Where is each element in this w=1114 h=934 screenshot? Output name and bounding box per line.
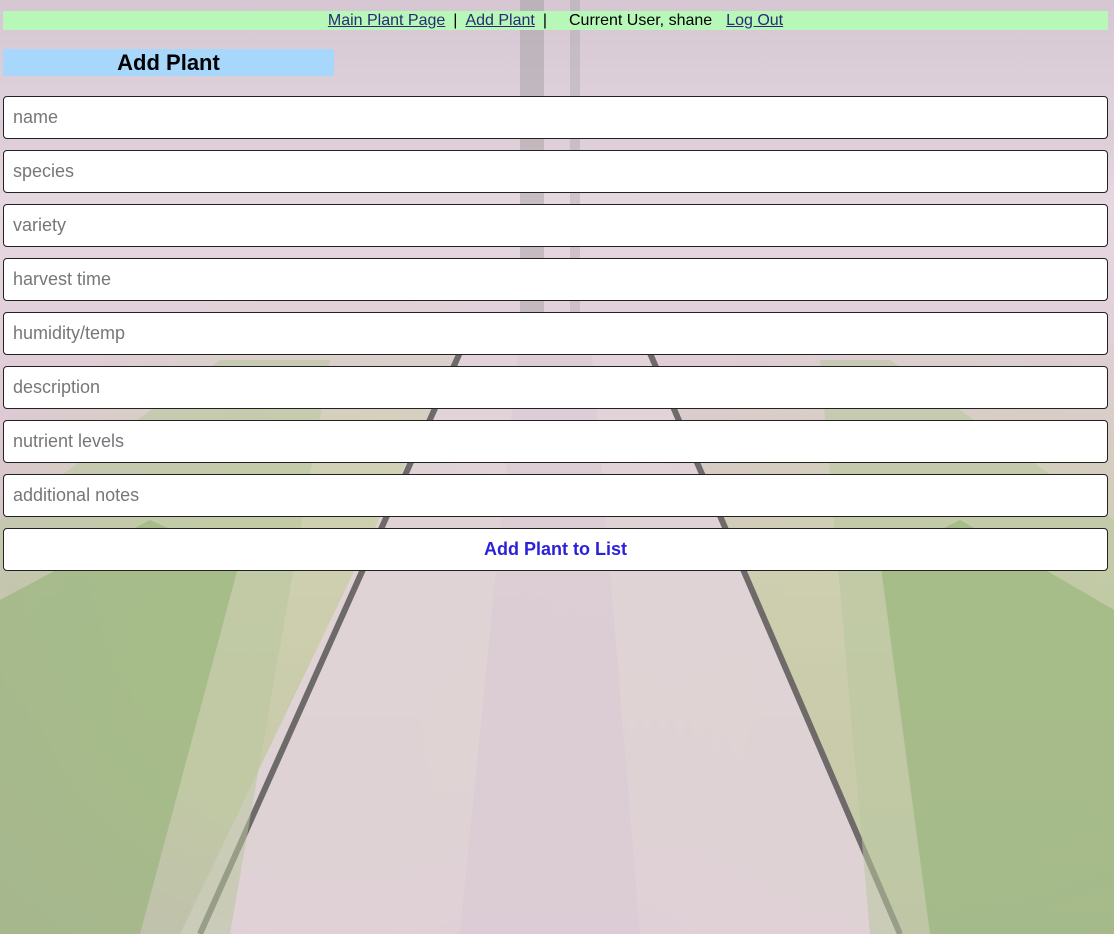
harvest-time-field[interactable] — [3, 258, 1108, 301]
add-plant-submit-button[interactable]: Add Plant to List — [3, 528, 1108, 571]
logout-link[interactable]: Log Out — [726, 12, 783, 30]
nav-separator: | — [453, 11, 458, 29]
nutrient-levels-field[interactable] — [3, 420, 1108, 463]
main-plant-page-link[interactable]: Main Plant Page — [328, 12, 445, 30]
name-field[interactable] — [3, 96, 1108, 139]
current-user-label: Current User, shane — [568, 11, 713, 29]
description-field[interactable] — [3, 366, 1108, 409]
add-plant-form: Add Plant to List — [3, 96, 1108, 571]
top-nav-bar: Main Plant Page | Add Plant | Current Us… — [3, 11, 1108, 30]
page-title-block: Add Plant — [3, 49, 334, 76]
add-plant-link[interactable]: Add Plant — [465, 12, 534, 30]
humidity-temp-field[interactable] — [3, 312, 1108, 355]
species-field[interactable] — [3, 150, 1108, 193]
variety-field[interactable] — [3, 204, 1108, 247]
page-title: Add Plant — [117, 49, 220, 75]
nav-separator: | — [542, 11, 547, 29]
additional-notes-field[interactable] — [3, 474, 1108, 517]
